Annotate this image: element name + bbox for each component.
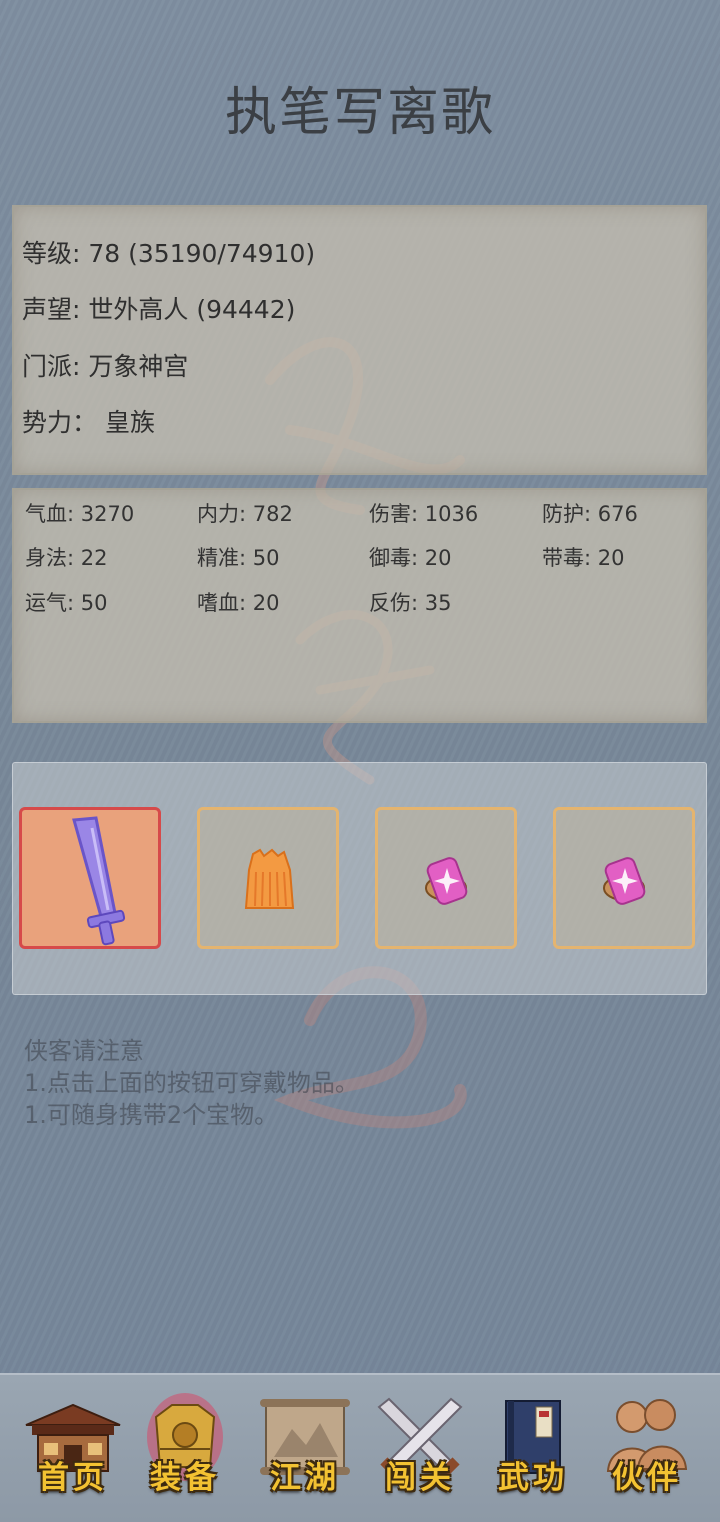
stat-poison-resist: 御毒: 20 xyxy=(369,546,452,570)
nav-companions-label: 伙伴 xyxy=(612,1460,682,1496)
notice-line-2: 1.可随身携带2个宝物。 xyxy=(24,1101,279,1129)
notice-heading: 侠客请注意 xyxy=(24,1037,144,1065)
equipment-slot-treasure-2[interactable] xyxy=(553,807,695,949)
equipment-slot-treasure-1[interactable] xyxy=(375,807,517,949)
stat-reflect: 反伤: 35 xyxy=(369,591,452,615)
fame-text: 声望: 世外高人 (94442) xyxy=(22,295,296,324)
stat-accuracy: 精准: 50 xyxy=(197,546,280,570)
sword-icon xyxy=(72,816,126,946)
nav-martial-arts[interactable]: 武功 xyxy=(478,1387,588,1507)
equipment-slot-armor[interactable] xyxy=(197,807,339,949)
level-text: 等级: 78 (35190/74910) xyxy=(22,239,316,268)
armor-skirt-icon xyxy=(244,848,295,909)
nav-challenge-label: 闯关 xyxy=(385,1460,455,1496)
nav-equipment-label: 装备 xyxy=(150,1460,220,1496)
nav-home-label: 首页 xyxy=(38,1460,108,1496)
faction-text: 势力： 皇族 xyxy=(22,408,155,437)
sect-text: 门派: 万象神宫 xyxy=(22,352,189,381)
stat-lifesteal: 嗜血: 20 xyxy=(197,591,280,615)
stat-luck: 运气: 50 xyxy=(25,591,108,615)
nav-equipment[interactable]: 装备 xyxy=(130,1387,240,1507)
stat-inner-power: 内力: 782 xyxy=(197,502,293,526)
stat-damage: 伤害: 1036 xyxy=(369,502,479,526)
character-info-panel: 等级: 78 (35190/74910) 声望: 世外高人 (94442) 门派… xyxy=(12,205,707,475)
equipment-slot-weapon[interactable] xyxy=(19,807,161,949)
notice-line-1: 1.点击上面的按钮可穿戴物品。 xyxy=(24,1069,359,1097)
stat-hp: 气血: 3270 xyxy=(25,502,135,526)
stat-agility: 身法: 22 xyxy=(25,546,108,570)
nav-martial-arts-label: 武功 xyxy=(498,1460,568,1496)
attributes-panel: 气血: 3270 内力: 782 伤害: 1036 防护: 676 身法: 22… xyxy=(12,488,707,723)
nav-jianghu-label: 江湖 xyxy=(270,1460,340,1496)
nav-home[interactable]: 首页 xyxy=(18,1387,128,1507)
nav-jianghu[interactable]: 江湖 xyxy=(250,1387,360,1507)
nav-companions[interactable]: 伙伴 xyxy=(592,1387,702,1507)
stat-defense: 防护: 676 xyxy=(542,502,638,526)
equipment-panel xyxy=(12,762,707,995)
nav-challenge[interactable]: 闯关 xyxy=(365,1387,475,1507)
character-name-title: 执笔写离歌 xyxy=(224,83,495,143)
stat-poison: 带毒: 20 xyxy=(542,546,625,570)
pink-treasure-icon xyxy=(603,857,646,905)
pink-treasure-icon xyxy=(425,857,468,905)
bottom-nav: 首页 装备 江湖 闯关 武功 伙伴 xyxy=(0,1373,720,1522)
